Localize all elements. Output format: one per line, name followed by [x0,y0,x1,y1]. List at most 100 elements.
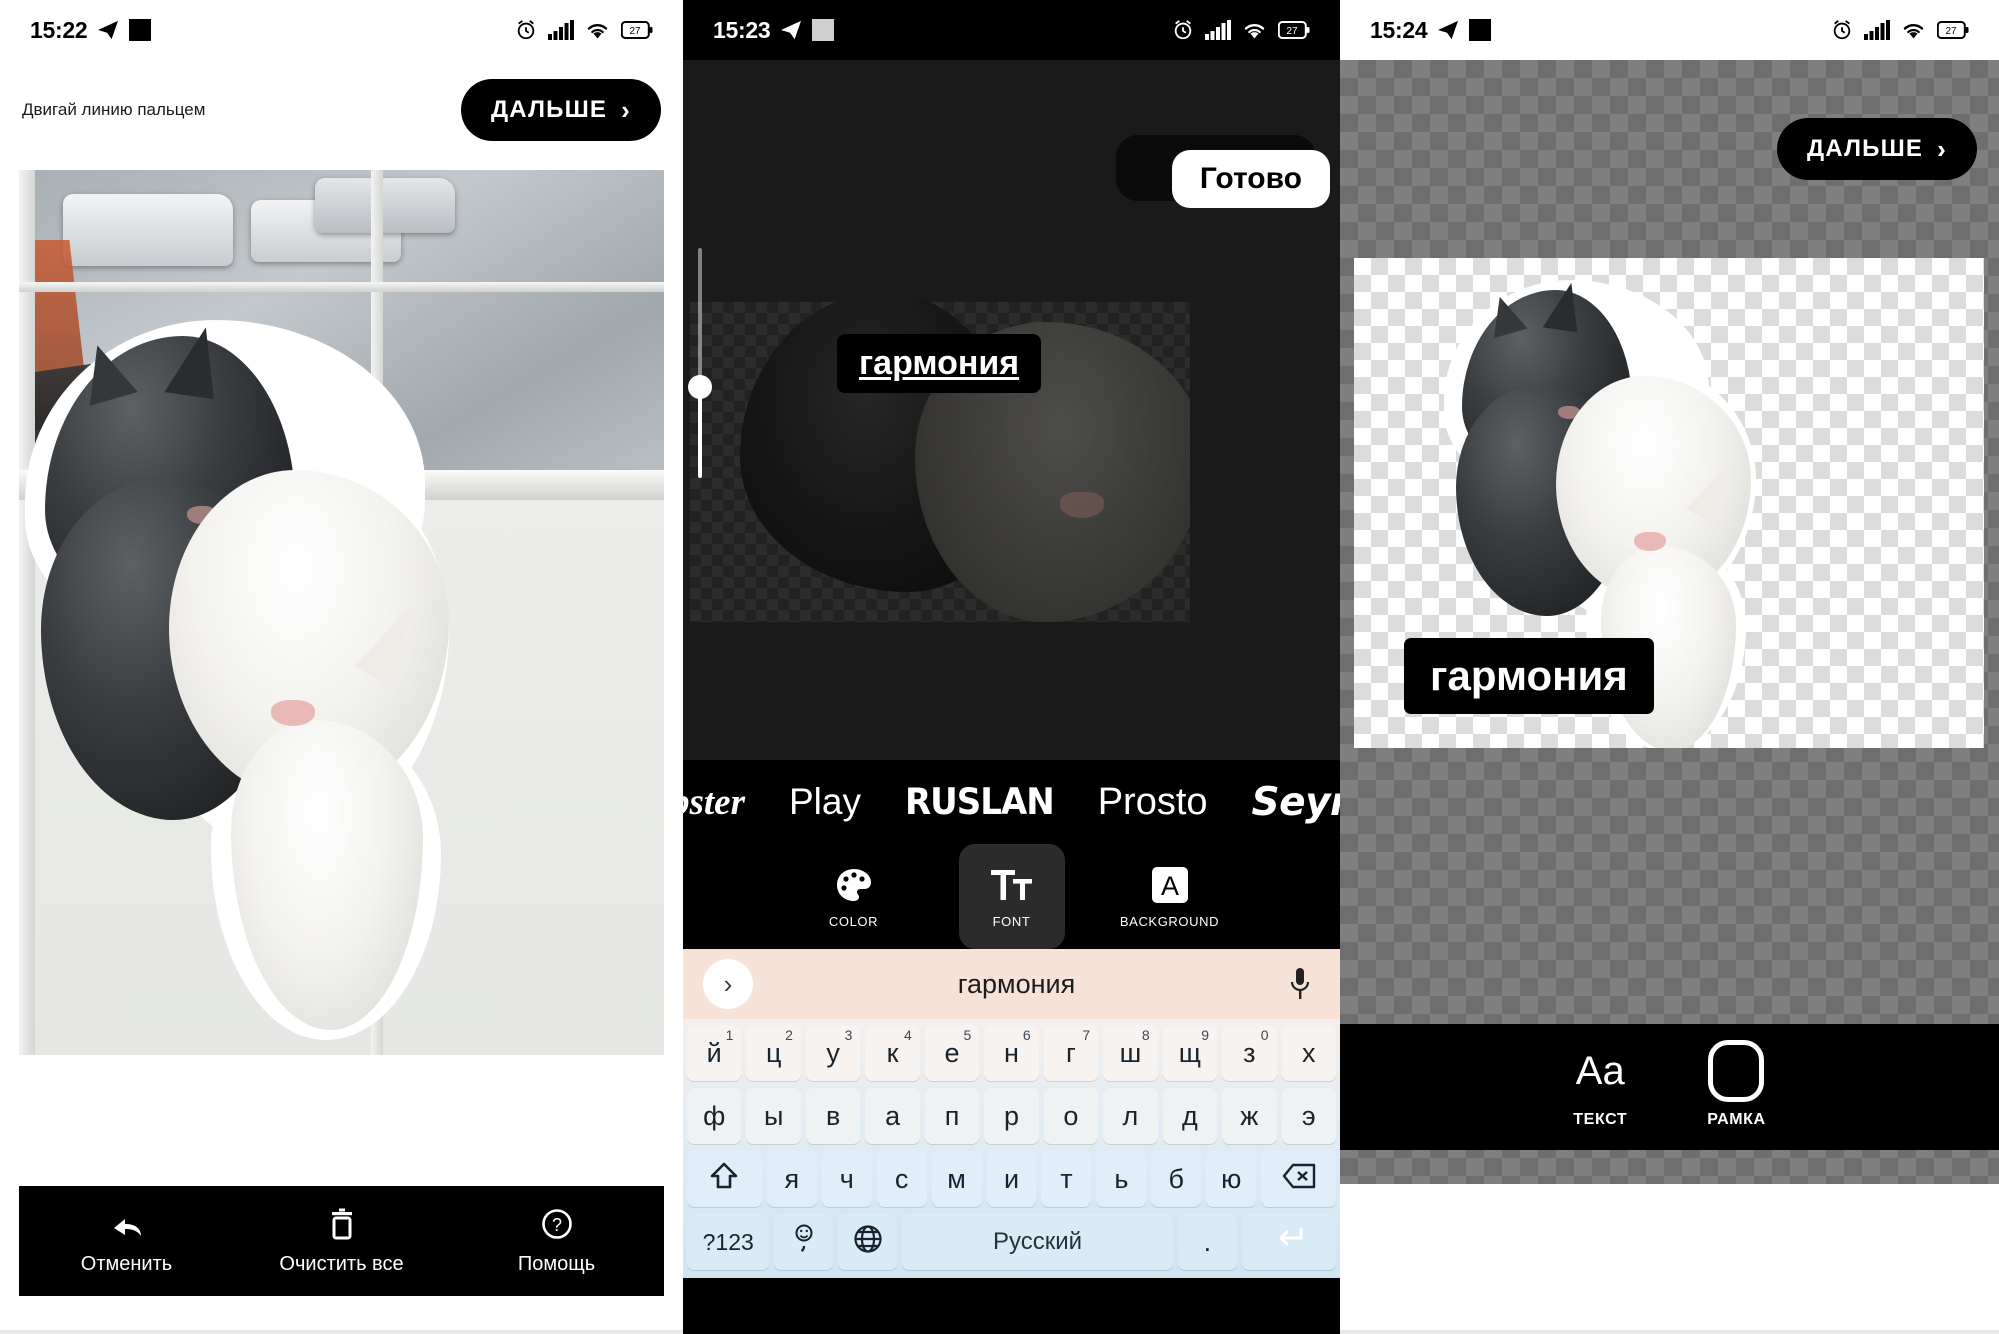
done-button[interactable]: Готово [1171,150,1330,208]
battery-level: 27 [629,26,641,37]
key-sup: 7 [1082,1027,1091,1043]
key-sup: 5 [963,1027,972,1043]
key-label: щ [1178,1037,1201,1068]
key-м[interactable]: м [931,1151,982,1207]
key-label: н [1004,1037,1019,1068]
key-е[interactable]: 5е [924,1025,980,1081]
space-key[interactable]: Русский [902,1214,1173,1270]
wifi-icon [587,24,608,39]
key-щ[interactable]: 9щ [1162,1025,1218,1081]
key-н[interactable]: 6н [984,1025,1039,1081]
font-carousel[interactable]: bster Play RUSLAN Prosto Seymou [683,760,1340,844]
key-sup: 6 [1022,1027,1031,1043]
globe-key[interactable] [838,1214,898,1270]
help-button[interactable]: ? Помощь [449,1206,664,1276]
key-т[interactable]: т [1041,1151,1092,1207]
signal-icon [1864,20,1890,40]
keyboard-rows: 1й 2ц 3у 4к 5е 6н 7г 8ш 9щ 0з х ф ы в а [683,1019,1340,1278]
key-р[interactable]: р [984,1088,1039,1144]
key-у[interactable]: 3у [805,1025,861,1081]
font-tool-button[interactable]: FONT [958,844,1065,949]
key-л[interactable]: л [1103,1088,1158,1144]
key-ь[interactable]: ь [1096,1151,1147,1207]
key-а[interactable]: а [865,1088,920,1144]
status-bar: 15:24 27 [1340,0,1999,60]
key-б[interactable]: б [1151,1151,1202,1207]
emoji-comma-key[interactable] [774,1214,834,1270]
key-х[interactable]: х [1281,1025,1336,1081]
chevron-right-icon[interactable]: › [703,959,753,1009]
next-button[interactable]: ДАЛЬШЕ › [461,79,661,141]
key-ш[interactable]: 8ш [1103,1025,1158,1081]
key-г[interactable]: 7г [1043,1025,1099,1081]
suggestion-word[interactable]: гармония [753,969,1280,1000]
background-a-icon: A [1151,864,1189,906]
key-ю[interactable]: ю [1206,1151,1257,1207]
period-key[interactable]: . [1177,1214,1237,1270]
text-tool-button[interactable]: Aa ТЕКСТ [1573,1045,1627,1129]
key-ы[interactable]: ы [746,1088,801,1144]
slider-knob[interactable] [688,374,712,399]
key-п[interactable]: п [924,1088,980,1144]
enter-key[interactable] [1241,1214,1337,1270]
key-э[interactable]: э [1281,1088,1336,1144]
key-я[interactable]: я [766,1151,817,1207]
key-д[interactable]: д [1162,1088,1218,1144]
frame-tool-button[interactable]: РАМКА [1707,1040,1765,1129]
help-label: Помощь [517,1253,596,1275]
car-shape [315,178,455,233]
next-button[interactable]: ДАЛЬШЕ › [1777,118,1977,180]
undo-button[interactable]: Отменить [19,1206,234,1276]
editor-header: Двигай линию пальцем ДАЛЬШЕ › [0,60,683,160]
key-в[interactable]: в [805,1088,861,1144]
editor-toolbar: Отменить Очистить все ? Помощь [19,1186,664,1296]
key-sup: 9 [1201,1027,1210,1043]
key-к[interactable]: 4к [865,1025,920,1081]
text-sticker[interactable]: гармония [1404,638,1654,714]
panel-text-editor: 15:23 27 Готово гармония ster Play RUSLA… [683,0,1340,1334]
key-label: з [1243,1037,1256,1068]
text-toolbar: COLOR FONT A BACKGROUND [683,844,1340,949]
key-ф[interactable]: ф [687,1088,742,1144]
font-option-lobster[interactable]: bster [683,781,767,824]
status-bar: 15:22 27 [0,0,683,60]
key-й[interactable]: 1й [687,1025,742,1081]
trash-icon [329,1206,355,1240]
background-tool-button[interactable]: A BACKGROUND [1117,844,1223,949]
key-ч[interactable]: ч [821,1151,872,1207]
preview-canvas[interactable]: ДАЛЬШЕ › гармония Aa ТЕКСТ РАМКА [1340,60,1999,1184]
text-canvas[interactable]: Готово гармония [683,60,1340,760]
photo-canvas[interactable] [19,170,664,1055]
font-option-play[interactable]: Play [767,781,883,823]
clear-all-button[interactable]: Очистить все [234,1206,449,1276]
key-ц[interactable]: 2ц [746,1025,801,1081]
size-slider[interactable] [688,248,712,478]
key-з[interactable]: 0з [1222,1025,1277,1081]
battery-icon: 27 [621,21,653,39]
cat-nose [1060,492,1104,518]
cat-sticker[interactable] [19,300,539,1055]
microphone-icon[interactable] [1280,967,1320,1001]
key-о[interactable]: о [1043,1088,1099,1144]
key-ж[interactable]: ж [1222,1088,1277,1144]
backspace-key[interactable] [1261,1151,1337,1207]
font-option-prosto[interactable]: Prosto [1076,781,1230,824]
font-option-ruslan[interactable]: RUSLAN [883,780,1076,823]
font-option-seymour[interactable]: Seymou [1230,780,1340,825]
bottom-divider [1340,1330,1999,1334]
shift-key[interactable] [686,1151,762,1207]
color-tool-button[interactable]: COLOR [801,844,907,949]
key-с[interactable]: с [876,1151,927,1207]
key-label: к [886,1037,899,1068]
preview-toolbar: Aa ТЕКСТ РАМКА [1340,1024,1999,1150]
symbols-key[interactable]: ?123 [686,1214,770,1270]
key-sup: 0 [1260,1027,1269,1043]
key-label: х [1302,1037,1316,1068]
status-bar-right: 27 [1831,19,1969,41]
battery-icon: 27 [1937,21,1969,39]
status-bar-right: 27 [515,19,653,41]
key-и[interactable]: и [986,1151,1037,1207]
text-sticker[interactable]: гармония [837,334,1042,393]
key-sup: 2 [785,1027,793,1043]
svg-text:A: A [1160,871,1178,901]
